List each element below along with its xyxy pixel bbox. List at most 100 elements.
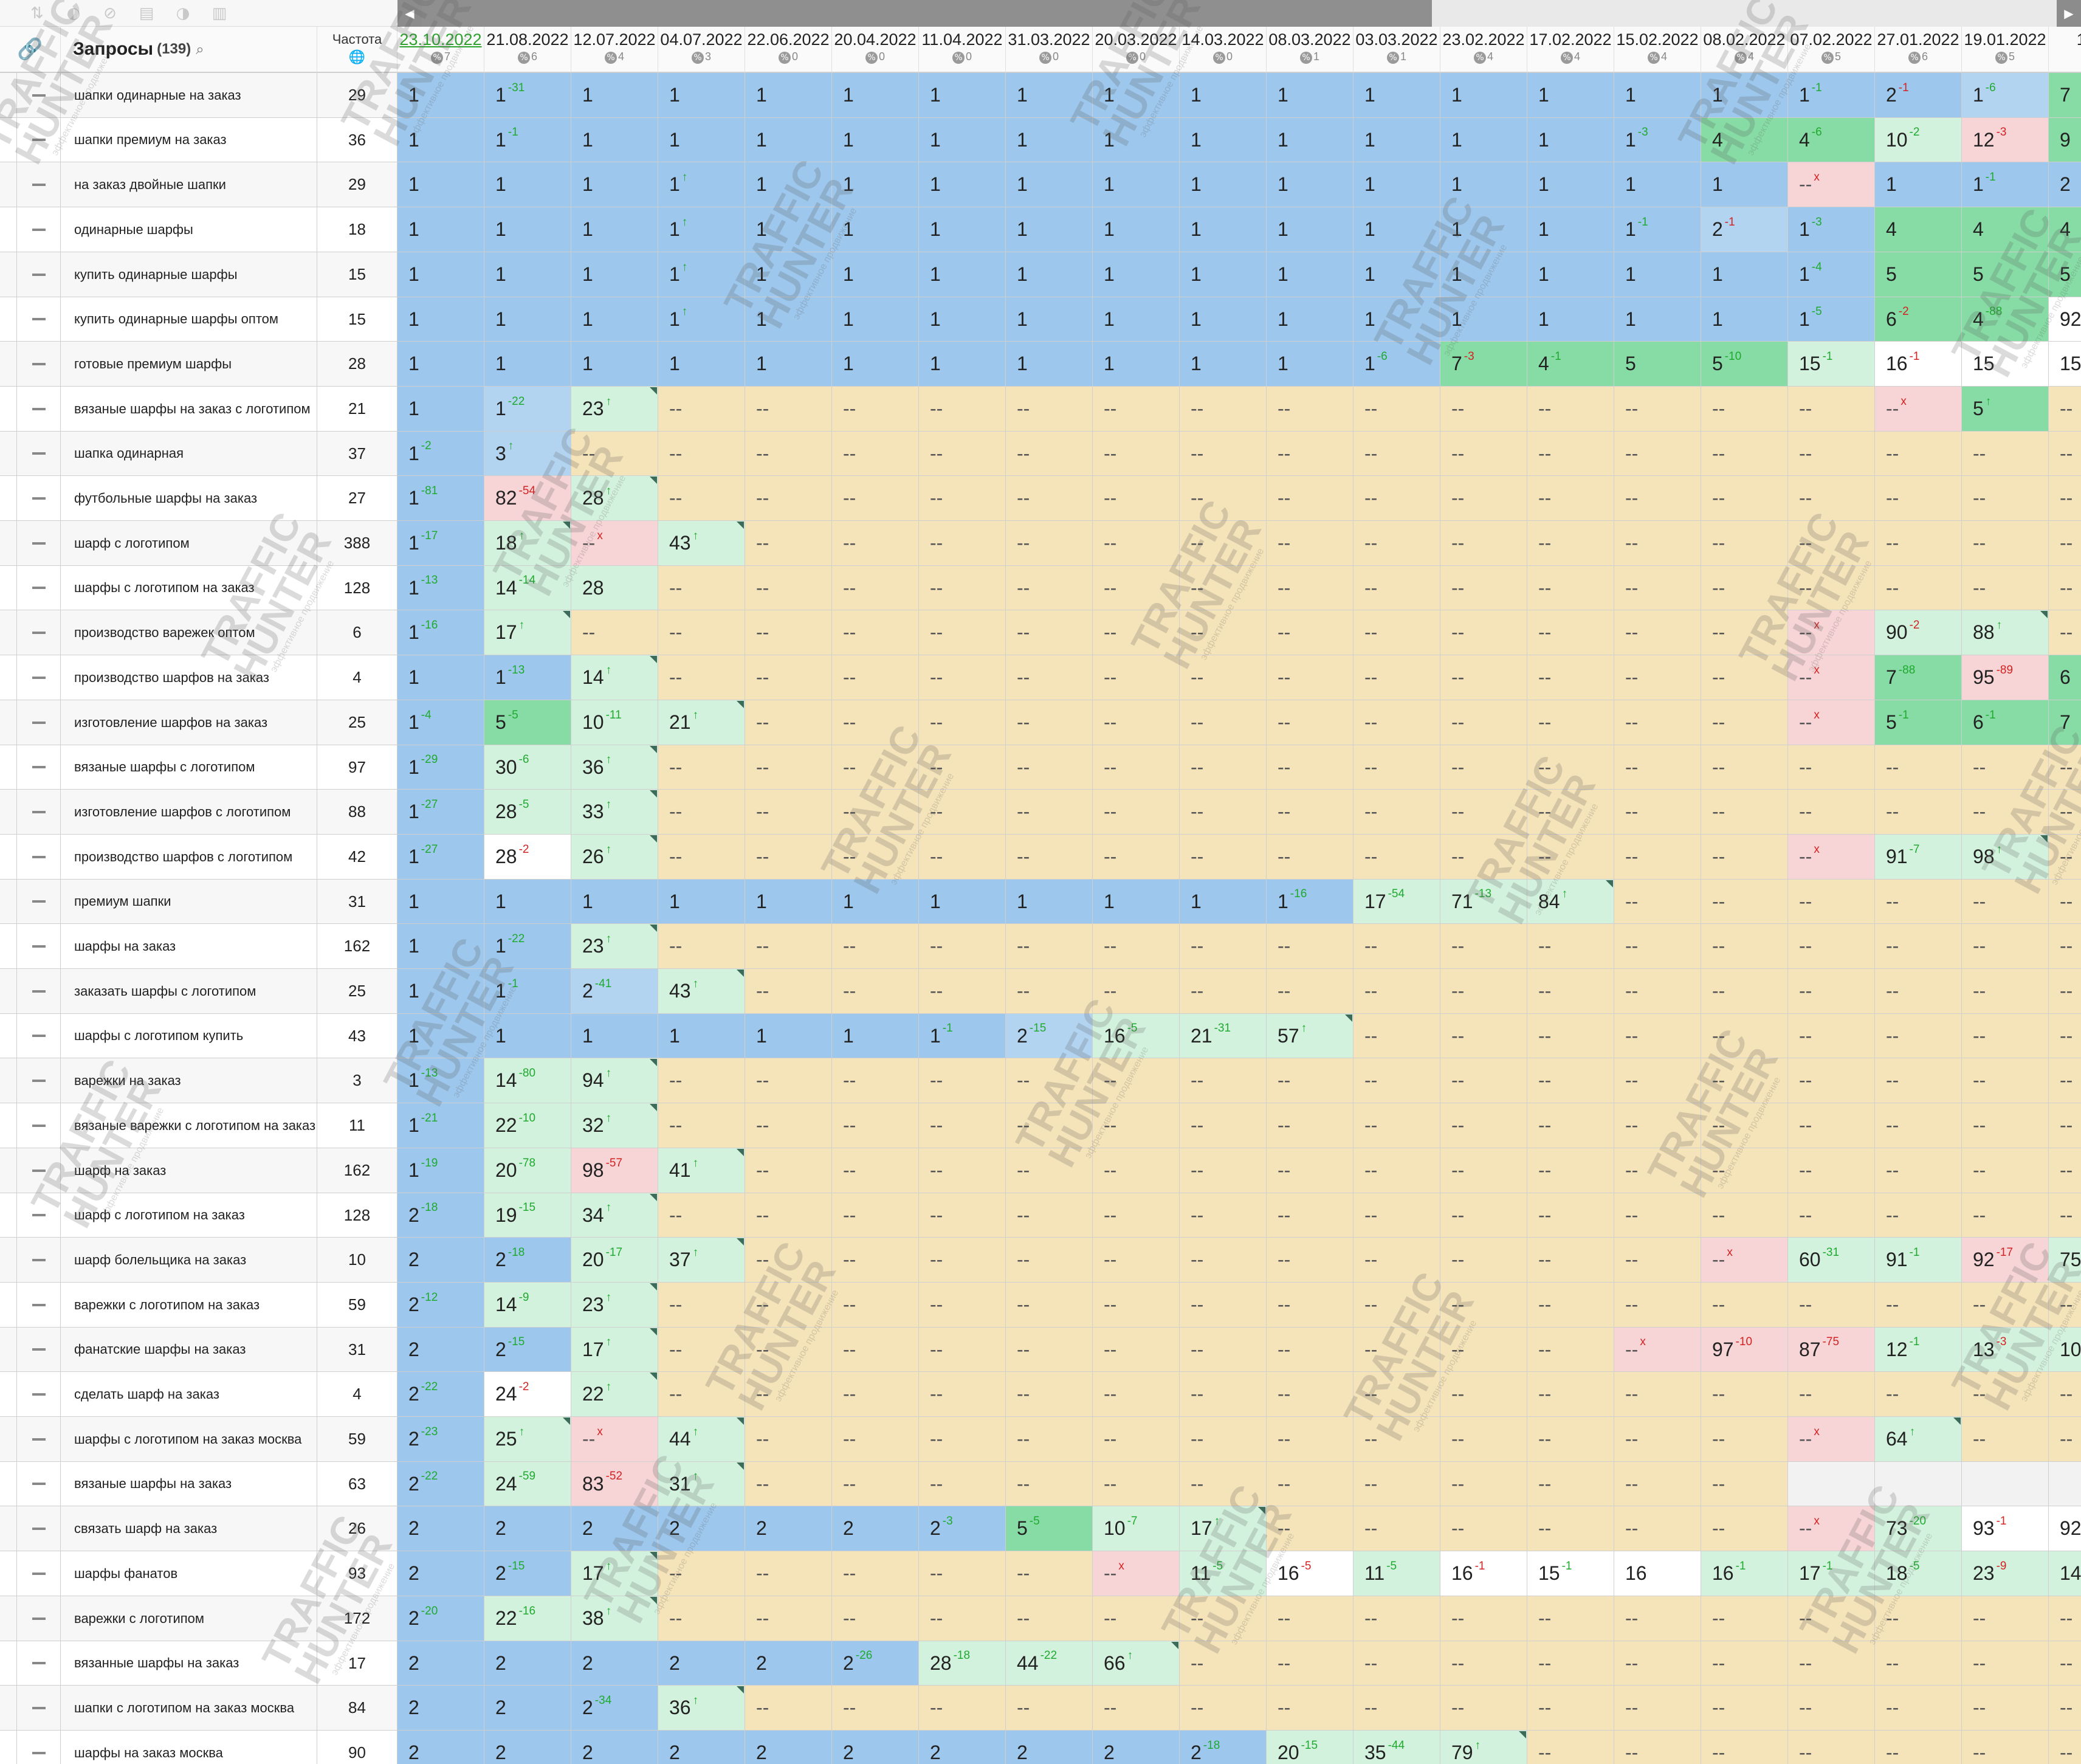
position-cell[interactable]: -- — [1093, 1283, 1180, 1328]
position-cell[interactable]: -- — [2049, 1058, 2081, 1103]
collapse-icon[interactable] — [17, 655, 61, 700]
position-cell[interactable]: -- — [2049, 924, 2081, 969]
position-cell[interactable]: 98 -57 — [571, 1148, 658, 1193]
position-cell[interactable]: 2 — [571, 1641, 658, 1686]
position-cell[interactable]: 1 -27 — [397, 835, 484, 880]
position-cell[interactable]: 2 -15 — [1006, 1014, 1093, 1058]
position-cell[interactable]: -- — [1180, 745, 1267, 790]
position-cell[interactable]: -- — [1093, 790, 1180, 835]
position-cell[interactable]: -- — [1527, 1731, 1614, 1764]
position-cell[interactable]: -- — [1875, 432, 1962, 476]
position-cell[interactable]: -- — [1006, 1686, 1093, 1731]
position-cell[interactable]: -- — [832, 1283, 919, 1328]
collapse-icon[interactable] — [17, 880, 61, 924]
position-cell[interactable]: -- — [1614, 700, 1701, 745]
position-cell[interactable]: 16 — [1614, 1551, 1701, 1596]
position-cell[interactable]: -- — [1180, 1641, 1267, 1686]
link-icon[interactable]: 🔗 — [0, 27, 61, 73]
position-cell[interactable]: 1 — [1614, 297, 1701, 342]
position-cell[interactable]: 1 — [397, 342, 484, 387]
position-cell[interactable]: 1 — [1701, 162, 1788, 207]
position-cell[interactable]: 1 — [919, 162, 1006, 207]
collapse-icon[interactable] — [17, 521, 61, 566]
position-cell[interactable]: -- — [1354, 521, 1440, 566]
position-cell[interactable]: 1 — [1614, 162, 1701, 207]
position-cell[interactable]: -- — [919, 566, 1006, 610]
position-cell[interactable]: -- — [832, 1417, 919, 1462]
position-cell[interactable]: -- — [1006, 1148, 1093, 1193]
position-cell[interactable]: -- — [2049, 566, 2081, 610]
position-cell[interactable]: -- — [1962, 880, 2049, 924]
date-label[interactable]: 12.07.2022 — [571, 30, 658, 49]
position-cell[interactable]: -- — [1354, 1328, 1440, 1372]
position-cell[interactable]: -- — [832, 476, 919, 521]
position-cell[interactable]: 20 -78 — [484, 1148, 571, 1193]
position-cell[interactable]: 28 -18 — [919, 1641, 1006, 1686]
position-cell[interactable]: -- — [1962, 1372, 2049, 1417]
position-cell[interactable]: -- — [1701, 1686, 1788, 1731]
position-cell[interactable]: -- — [832, 1103, 919, 1148]
position-cell[interactable]: 1 -4 — [1788, 252, 1875, 297]
position-cell[interactable]: 28 ↑ — [571, 476, 658, 521]
position-cell[interactable]: -- — [1440, 1462, 1527, 1506]
position-cell[interactable]: 1 — [745, 73, 832, 118]
position-cell[interactable]: 4 — [1962, 207, 2049, 252]
query-text[interactable]: производство варежек оптом — [61, 610, 317, 655]
query-text[interactable]: шарф на заказ — [61, 1148, 317, 1193]
position-cell[interactable]: -- — [1788, 924, 1875, 969]
position-cell[interactable]: 82 -54 — [484, 476, 571, 521]
position-cell[interactable]: -- — [658, 610, 745, 655]
date-label[interactable]: 03.03.2022 — [1354, 30, 1440, 49]
position-cell[interactable]: -- — [2049, 387, 2081, 432]
query-text[interactable]: шарфы на заказ москва — [61, 1731, 317, 1764]
position-cell[interactable]: 38 ↑ — [571, 1596, 658, 1641]
position-cell[interactable]: -- — [1614, 924, 1701, 969]
position-cell[interactable]: 24 -59 — [484, 1462, 571, 1506]
position-cell[interactable]: -- — [1701, 1417, 1788, 1462]
position-cell[interactable]: -- — [1614, 1193, 1701, 1238]
position-cell[interactable]: 1 — [397, 252, 484, 297]
collapse-icon[interactable] — [17, 162, 61, 207]
position-cell[interactable]: 1 — [1440, 207, 1527, 252]
position-cell[interactable]: -- — [1440, 969, 1527, 1014]
position-cell[interactable]: -- — [1701, 1596, 1788, 1641]
position-cell[interactable]: -- — [1267, 1238, 1354, 1283]
position-cell[interactable]: 1 — [484, 162, 571, 207]
position-cell[interactable]: -- — [1006, 745, 1093, 790]
position-cell[interactable]: -- — [1962, 790, 2049, 835]
position-cell[interactable]: 2 — [397, 1551, 484, 1596]
position-cell[interactable]: -- — [1093, 521, 1180, 566]
position-cell[interactable]: -- — [1527, 745, 1614, 790]
position-cell[interactable]: -- — [1875, 880, 1962, 924]
position-cell[interactable]: 10 -11 — [571, 700, 658, 745]
position-cell[interactable]: 1 -16 — [397, 610, 484, 655]
position-cell[interactable]: 20 -17 — [571, 1238, 658, 1283]
position-cell[interactable]: 1 — [397, 387, 484, 432]
position-cell[interactable]: 1 — [832, 118, 919, 162]
position-cell[interactable]: 1 — [1180, 342, 1267, 387]
collapse-icon[interactable] — [17, 1417, 61, 1462]
position-cell[interactable]: -- — [1440, 610, 1527, 655]
collapse-icon[interactable] — [17, 1686, 61, 1731]
position-cell[interactable]: -- — [1093, 610, 1180, 655]
position-cell[interactable]: 1 ↑ — [658, 297, 745, 342]
position-cell[interactable]: 1 — [1093, 118, 1180, 162]
position-cell[interactable]: -- — [1788, 1148, 1875, 1193]
position-cell[interactable]: -- — [1006, 476, 1093, 521]
position-cell[interactable]: -- — [1614, 1506, 1701, 1551]
position-cell[interactable]: 1 — [832, 342, 919, 387]
position-cell[interactable]: -- — [1788, 387, 1875, 432]
position-cell[interactable]: -- — [1788, 1731, 1875, 1764]
position-cell[interactable]: -- — [832, 1148, 919, 1193]
position-cell[interactable]: -- — [919, 1372, 1006, 1417]
position-cell[interactable]: -- — [745, 387, 832, 432]
position-cell[interactable]: 1 — [1614, 73, 1701, 118]
position-cell[interactable]: -- — [1962, 1686, 2049, 1731]
position-cell[interactable]: 1 — [484, 880, 571, 924]
position-cell[interactable]: -- x — [1788, 835, 1875, 880]
position-cell[interactable]: 1 — [397, 880, 484, 924]
position-cell[interactable]: -- — [1267, 745, 1354, 790]
position-cell[interactable]: 1 — [658, 342, 745, 387]
position-cell[interactable]: 1 — [397, 207, 484, 252]
position-cell[interactable]: -- — [1788, 745, 1875, 790]
